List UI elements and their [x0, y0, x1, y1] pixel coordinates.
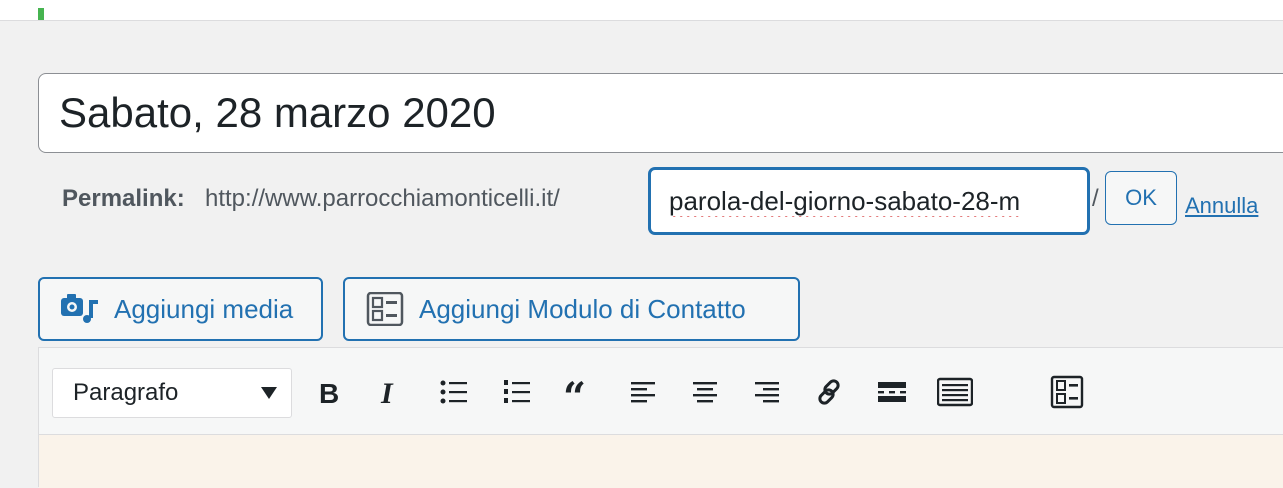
chevron-down-icon — [261, 387, 277, 399]
permalink-row: Permalink: http://www.parrocchiamonticel… — [62, 168, 1283, 234]
form-icon — [365, 292, 405, 326]
editor-toolbar: Paragrafo B I “ — [39, 348, 1283, 435]
permalink-label: Permalink: — [62, 185, 185, 212]
align-center-icon[interactable] — [685, 372, 725, 412]
add-contact-form-button[interactable]: Aggiungi Modulo di Contatto — [343, 277, 800, 341]
editor-content-area[interactable] — [39, 435, 1283, 488]
blockquote-icon[interactable]: “ — [559, 372, 599, 412]
toolbar-toggle-icon[interactable] — [935, 372, 975, 412]
status-marker — [38, 8, 44, 20]
permalink-cancel-link[interactable]: Annulla — [1185, 193, 1258, 219]
bullet-list-icon[interactable] — [434, 372, 474, 412]
permalink-ok-button[interactable]: OK — [1105, 171, 1177, 225]
form-icon[interactable] — [1047, 372, 1087, 412]
format-select[interactable]: Paragrafo — [52, 368, 292, 418]
bold-icon[interactable]: B — [309, 372, 349, 412]
media-camera-icon — [60, 292, 100, 326]
align-right-icon[interactable] — [747, 372, 787, 412]
svg-text:“: “ — [563, 375, 586, 409]
add-media-label: Aggiungi media — [114, 293, 294, 324]
svg-text:B: B — [319, 378, 339, 409]
add-media-button[interactable]: Aggiungi media — [38, 277, 323, 341]
svg-text:I: I — [380, 377, 394, 409]
read-more-icon[interactable] — [872, 372, 912, 412]
format-select-value: Paragrafo — [73, 379, 179, 406]
italic-icon[interactable]: I — [369, 372, 409, 412]
post-title-input[interactable] — [38, 73, 1283, 153]
editor: Paragrafo B I “ — [38, 347, 1283, 488]
add-contact-form-label: Aggiungi Modulo di Contatto — [419, 293, 746, 324]
permalink-trailing-slash: / — [1092, 185, 1099, 212]
top-bar — [0, 0, 1283, 21]
link-icon[interactable] — [809, 372, 849, 412]
align-left-icon[interactable] — [623, 372, 663, 412]
permalink-slug-input[interactable] — [649, 168, 1089, 234]
permalink-base-url: http://www.parrocchiamonticelli.it/ — [205, 185, 560, 212]
numbered-list-icon[interactable] — [497, 372, 537, 412]
